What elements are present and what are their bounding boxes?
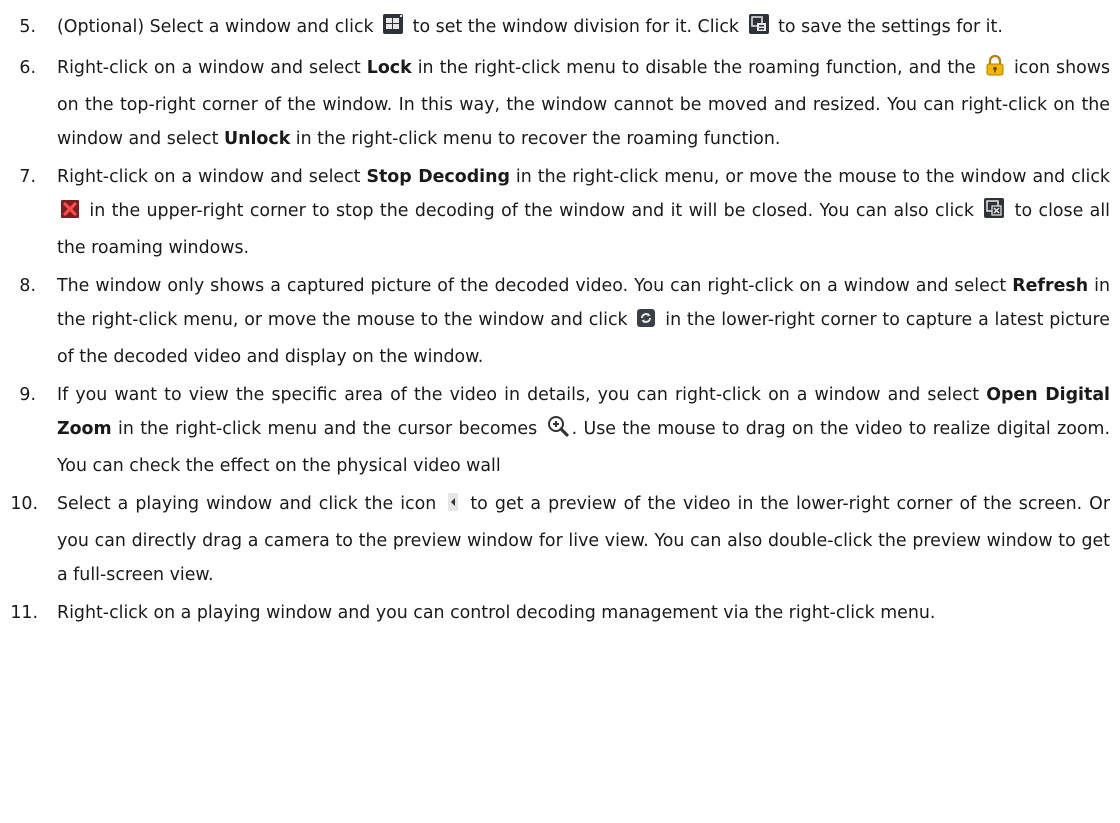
step-9: 9. If you want to view the specific area…: [0, 378, 1120, 483]
step-11: 11. Right-click on a playing window and …: [0, 596, 1120, 630]
refresh-icon: [636, 306, 656, 340]
digital-zoom-cursor-icon: [547, 415, 569, 449]
step-number: 7.: [19, 167, 36, 187]
step-5: 5. (Optional) Select a window and click …: [0, 10, 1120, 47]
step-number: 6.: [19, 58, 36, 78]
step-number: 9.: [19, 385, 36, 405]
menu-item-stop-decoding: Stop Decoding: [366, 167, 510, 187]
step-10: 10. Select a playing window and click th…: [0, 487, 1120, 592]
stop-decoding-icon: [60, 197, 80, 231]
step-number: 8.: [19, 276, 36, 296]
step-text: If you want to view the specific area of…: [57, 385, 1111, 476]
instruction-steps: 5. (Optional) Select a window and click …: [0, 10, 1120, 630]
lock-icon: [985, 54, 1005, 88]
step-number: 10.: [10, 494, 38, 514]
step-number: 11.: [10, 603, 38, 623]
save-settings-icon: [748, 13, 770, 47]
step-6: 6. Right-click on a window and select Lo…: [0, 51, 1120, 156]
close-all-windows-icon: [983, 197, 1005, 231]
manual-page: 5. (Optional) Select a window and click …: [0, 0, 1120, 823]
step-text: Right-click on a window and select Lock …: [57, 51, 1110, 156]
step-text: (Optional) Select a window and click to …: [57, 10, 1110, 47]
menu-item-lock: Lock: [366, 58, 412, 78]
window-division-icon: [382, 13, 404, 47]
step-text: Select a playing window and click the ic…: [57, 487, 1110, 592]
preview-arrow-icon: [446, 490, 460, 524]
step-text: Right-click on a window and select Stop …: [57, 167, 1111, 258]
step-number: 5.: [19, 17, 36, 37]
menu-item-unlock: Unlock: [223, 129, 291, 149]
step-8: 8. The window only shows a captured pict…: [0, 269, 1120, 374]
step-text: Right-click on a playing window and you …: [57, 603, 936, 623]
menu-item-refresh: Refresh: [1012, 276, 1089, 296]
step-text: The window only shows a captured picture…: [57, 276, 1110, 367]
step-7: 7. Right-click on a window and select St…: [0, 160, 1120, 265]
